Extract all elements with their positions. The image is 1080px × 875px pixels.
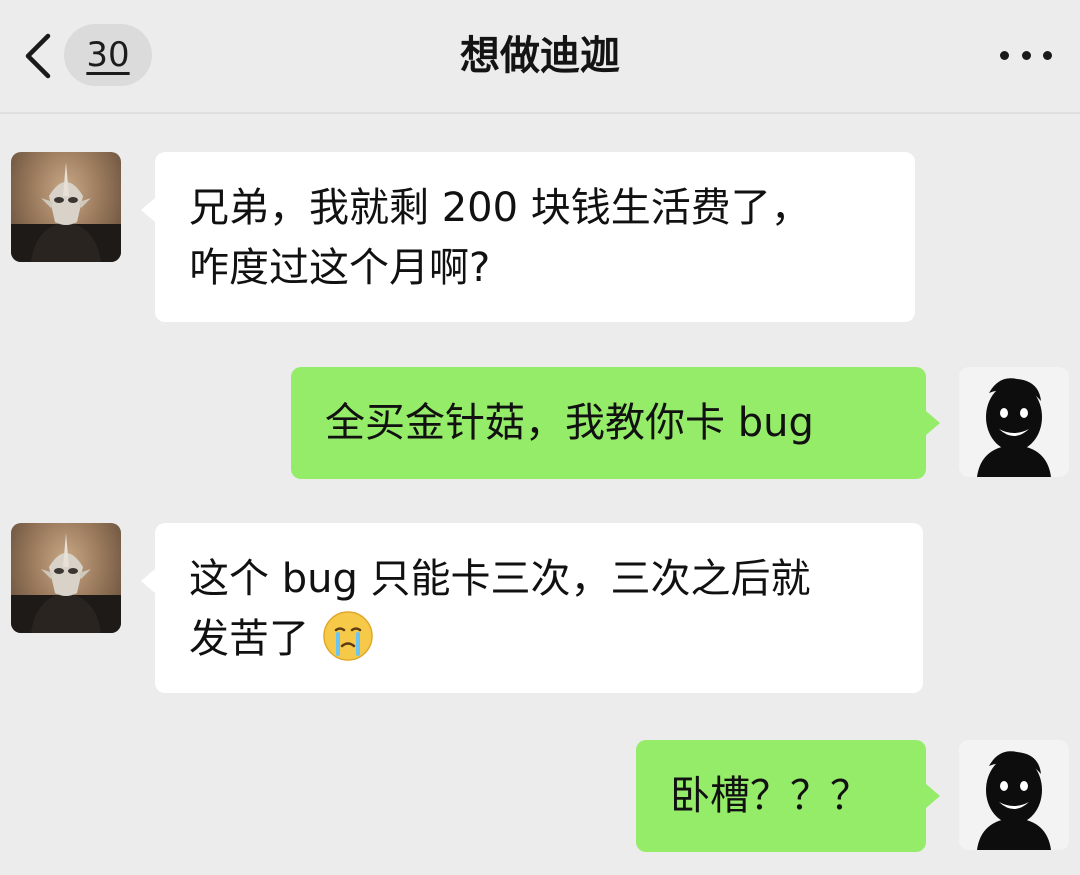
message-line: 全买金针菇，我教你卡 bug [325,400,814,446]
message-bubble-incoming[interactable]: 兄弟，我就剩 200 块钱生活费了， 咋度过这个月啊? [155,152,915,322]
ultraman-avatar-icon [11,533,121,633]
ultraman-avatar-icon [11,162,121,262]
bubble-tail [926,411,940,435]
message-line: 发苦了 [189,616,309,662]
back-button[interactable] [20,28,60,84]
message-bubble-incoming[interactable]: 这个 bug 只能卡三次，三次之后就 发苦了 [155,523,923,693]
message-line-with-emoji: 发苦了 [189,609,889,669]
more-button[interactable] [1000,38,1052,72]
chat-screen: 30 想做迪迦 兄弟，我就剩 200 块钱生活费了， 咋度过这个月啊? 全买金针… [0,0,1080,875]
self-avatar[interactable] [959,740,1069,850]
chat-title: 想做迪迦 [460,33,620,79]
message-bubble-outgoing[interactable]: 卧槽？？？ [636,740,926,852]
message-line: 卧槽？？？ [670,773,870,819]
unread-count-badge[interactable]: 30 [64,24,152,86]
chevron-left-icon [25,33,51,79]
crying-face-emoji [322,611,373,661]
contact-avatar[interactable] [11,523,121,633]
shadow-face-avatar-icon [959,367,1069,477]
shadow-face-avatar-icon [959,740,1069,850]
message-line: 这个 bug 只能卡三次，三次之后就 [189,556,811,602]
chat-header: 30 想做迪迦 [0,0,1080,114]
bubble-tail [926,784,940,808]
bubble-tail [141,198,155,222]
contact-avatar[interactable] [11,152,121,262]
unread-count: 30 [86,35,130,75]
self-avatar[interactable] [959,367,1069,477]
message-line: 咋度过这个月啊? [189,245,491,291]
more-dots-icon [1000,50,1009,60]
bubble-tail [141,569,155,593]
message-bubble-outgoing[interactable]: 全买金针菇，我教你卡 bug [291,367,926,479]
message-line: 兄弟，我就剩 200 块钱生活费了， [189,185,811,231]
